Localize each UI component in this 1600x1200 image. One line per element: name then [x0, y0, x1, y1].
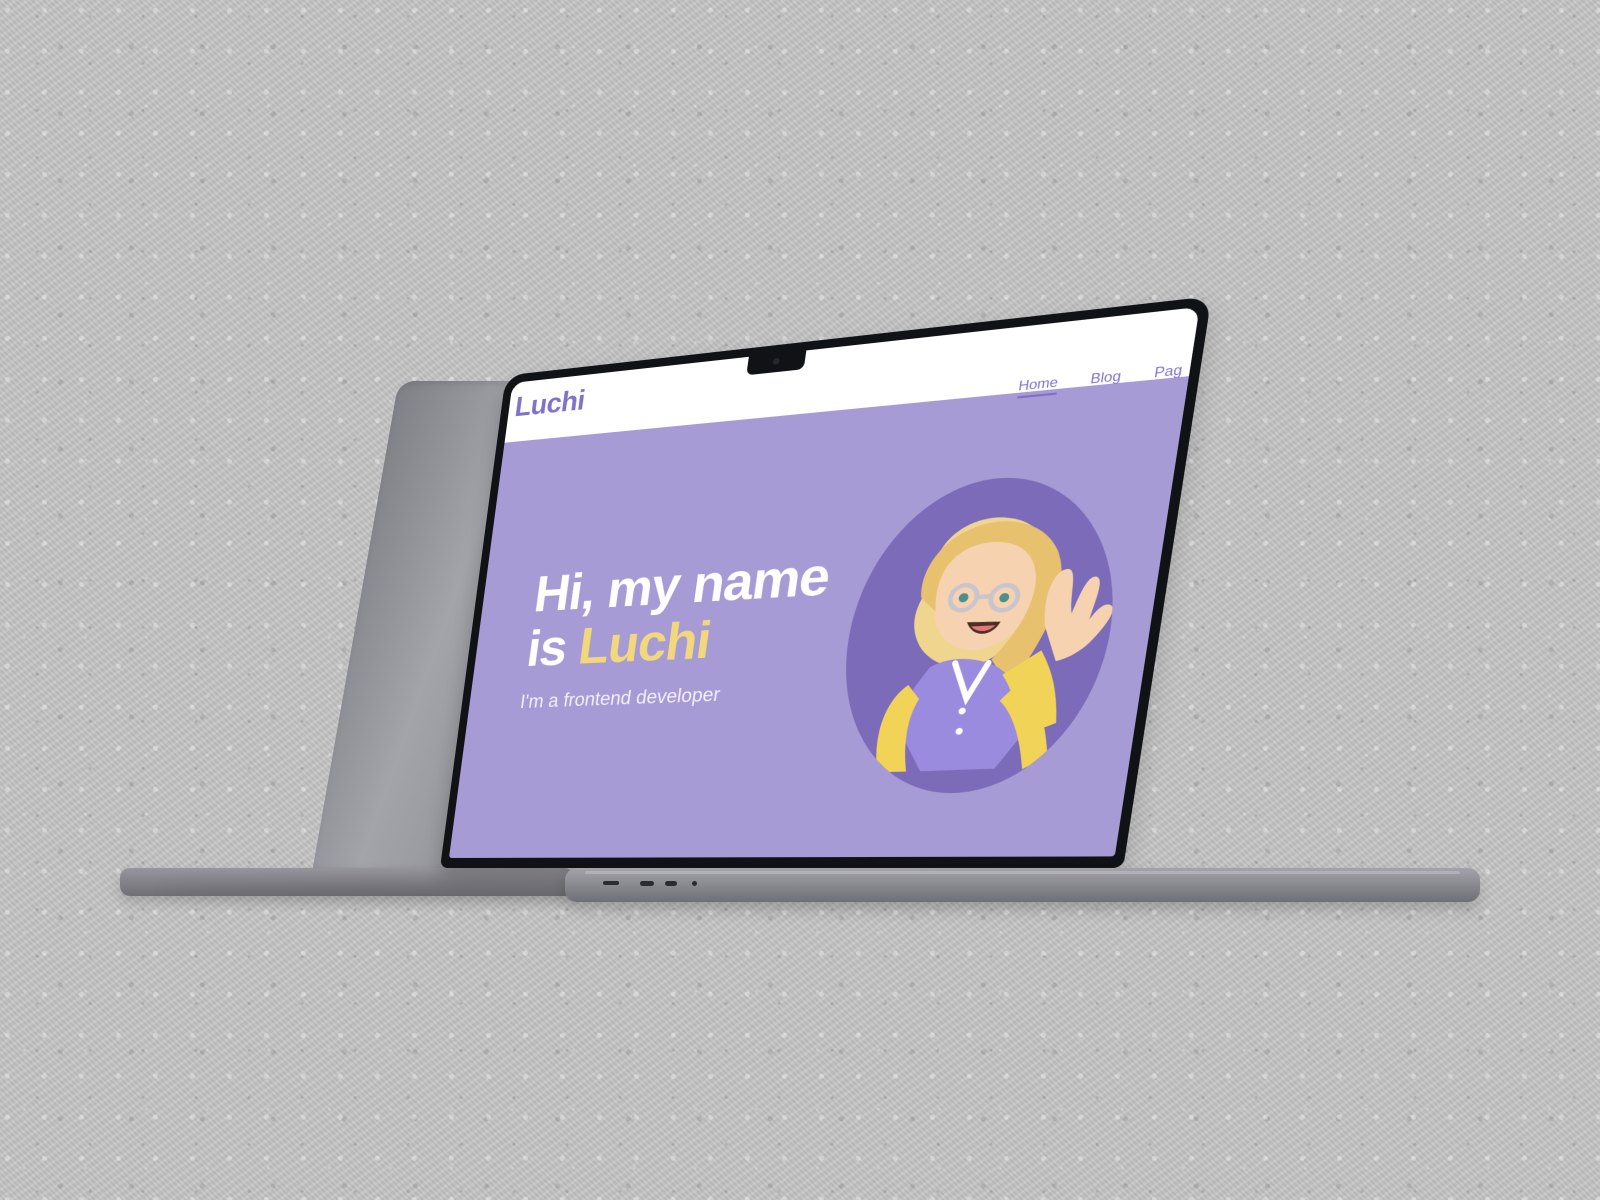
port-icon — [640, 881, 654, 886]
nav-pages-link[interactable]: Pag — [1153, 361, 1183, 380]
brand-logo[interactable]: Luchi — [513, 384, 587, 424]
hero-copy: Hi, my name is Luchi I'm a frontend deve… — [519, 547, 859, 713]
hero-title-line-2-prefix: is — [524, 619, 583, 677]
base-lip — [585, 871, 1460, 874]
front-laptop-base — [565, 868, 1480, 902]
port-icon — [665, 881, 677, 886]
laptop-mockup: Luchi Home Blog Pag Hi, my name is Luchi… — [0, 0, 1600, 1200]
hero-title-line-1: Hi, my name — [531, 547, 833, 623]
nav-home-link[interactable]: Home — [1017, 374, 1059, 394]
front-laptop-lid: Luchi Home Blog Pag Hi, my name is Luchi… — [440, 296, 1212, 868]
audio-port-icon — [692, 881, 697, 886]
avatar-circle — [826, 467, 1135, 795]
site-header: Luchi Home Blog Pag — [505, 307, 1200, 443]
nav-blog-link[interactable]: Blog — [1089, 368, 1122, 387]
hero-subtitle: I'm a frontend developer — [519, 679, 840, 713]
avatar-wrap — [826, 467, 1135, 795]
camera-icon — [773, 358, 781, 365]
port-icon — [603, 881, 619, 885]
hero-title: Hi, my name is Luchi — [524, 547, 859, 678]
memoji-avatar — [826, 467, 1135, 795]
main-navigation: Home Blog Pag — [1017, 361, 1183, 394]
website-screen: Luchi Home Blog Pag Hi, my name is Luchi… — [449, 307, 1200, 858]
hero-name: Luchi — [575, 612, 714, 675]
